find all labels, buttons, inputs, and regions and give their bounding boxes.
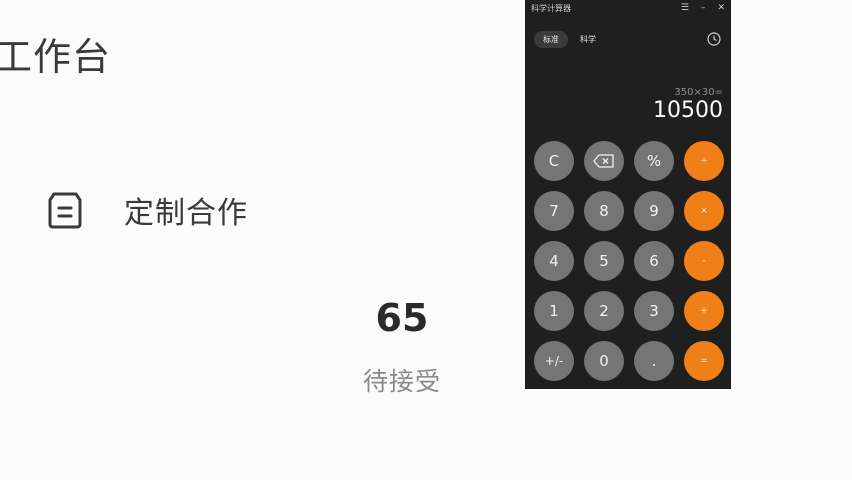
divide-button[interactable]: ÷	[684, 141, 724, 181]
digit-8-button[interactable]: 8	[584, 191, 624, 231]
custom-cooperation-label: 定制合作	[124, 196, 248, 231]
document-icon	[48, 192, 82, 229]
close-icon[interactable]: ✕	[717, 3, 725, 13]
result-display: 10500	[653, 98, 723, 123]
digit-4-button[interactable]: 4	[534, 241, 574, 281]
backspace-icon	[593, 154, 614, 168]
history-icon[interactable]	[706, 31, 722, 47]
multiply-button[interactable]: ×	[684, 191, 724, 231]
subtract-button[interactable]: -	[684, 241, 724, 281]
expression-display: 350×30=	[674, 87, 723, 98]
digit-2-button[interactable]: 2	[584, 291, 624, 331]
custom-cooperation-item[interactable]: 定制合作	[48, 188, 248, 232]
restore-icon[interactable]: ☰	[681, 3, 689, 13]
negate-button[interactable]: +/-	[534, 341, 574, 381]
clear-button[interactable]: C	[534, 141, 574, 181]
mode-bar: 标准 科学	[534, 30, 722, 48]
tab-scientific[interactable]: 科学	[580, 34, 596, 45]
digit-6-button[interactable]: 6	[634, 241, 674, 281]
backspace-button[interactable]	[584, 141, 624, 181]
digit-9-button[interactable]: 9	[634, 191, 674, 231]
page-title: 工作台	[0, 35, 112, 79]
window-title: 科学计算器	[531, 3, 571, 13]
digit-5-button[interactable]: 5	[584, 241, 624, 281]
percent-button[interactable]: %	[634, 141, 674, 181]
title-bar[interactable]: 科学计算器 ☰ – ✕	[525, 0, 731, 16]
equals-button[interactable]: =	[684, 341, 724, 381]
add-button[interactable]: +	[684, 291, 724, 331]
keypad: C % ÷ 7 8 9 × 4 5 6 - 1 2 3 + +/- 0 . =	[534, 141, 724, 381]
decimal-button[interactable]: .	[634, 341, 674, 381]
pending-label: 待接受	[362, 367, 441, 396]
pending-count[interactable]: 65	[372, 296, 432, 340]
tab-standard[interactable]: 标准	[534, 30, 568, 48]
calculator-window: 科学计算器 ☰ – ✕ 标准 科学 350×30= 10500 C % ÷ 7 …	[525, 0, 731, 389]
digit-7-button[interactable]: 7	[534, 191, 574, 231]
minimize-icon[interactable]: –	[701, 3, 706, 13]
digit-0-button[interactable]: 0	[584, 341, 624, 381]
digit-1-button[interactable]: 1	[534, 291, 574, 331]
digit-3-button[interactable]: 3	[634, 291, 674, 331]
